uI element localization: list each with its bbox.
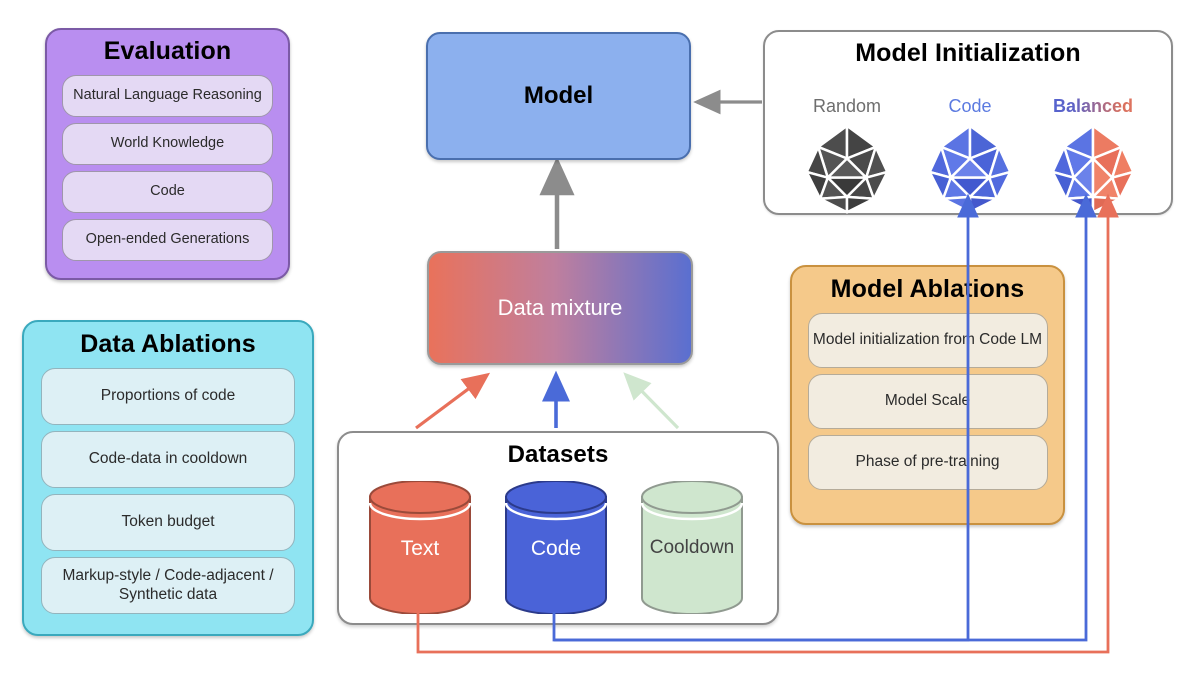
evaluation-item-label: Natural Language Reasoning <box>73 87 262 104</box>
model-initialization-panel: Model Initialization Random Code Balance… <box>763 30 1173 215</box>
data-mixture-label: Data mixture <box>497 295 623 320</box>
evaluation-item-label: Code <box>150 183 185 200</box>
cylinder-icon <box>368 480 472 615</box>
icosahedron-icon-balanced <box>1051 124 1135 214</box>
icosahedron-icon-code <box>928 124 1012 214</box>
evaluation-item-label: World Knowledge <box>110 135 225 152</box>
diagram-canvas: Evaluation Natural Language Reasoning Wo… <box>0 0 1200 675</box>
model-initialization-title: Model Initialization <box>855 39 1081 67</box>
icosahedron-icon-random <box>805 124 889 214</box>
evaluation-item-natural-language-reasoning[interactable]: Natural Language Reasoning <box>62 75 273 117</box>
data-ablations-item-label: Proportions of code <box>100 387 236 405</box>
model-ablations-panel: Model Ablations Model initialization fro… <box>790 265 1065 525</box>
dataset-cylinder-text[interactable]: Text <box>368 480 472 615</box>
evaluation-item-code[interactable]: Code <box>62 171 273 213</box>
model-label: Model <box>523 82 594 109</box>
data-ablations-panel: Data Ablations Proportions of code Code-… <box>22 320 314 636</box>
model-ablations-item-label: Model Scale <box>884 392 971 410</box>
model-ablations-item-model-initialization-from-code-lm[interactable]: Model initialization from Code LM <box>807 313 1048 368</box>
init-option-label: Code <box>948 96 992 116</box>
model-ablations-item-label: Phase of pre-training <box>855 453 1000 471</box>
evaluation-panel: Evaluation Natural Language Reasoning Wo… <box>45 28 290 280</box>
data-ablations-item-token-budget[interactable]: Token budget <box>41 494 295 551</box>
data-ablations-item-markup-style[interactable]: Markup-style / Code-adjacent / Synthetic… <box>41 557 295 614</box>
dataset-cylinder-cooldown[interactable]: Cooldown <box>640 480 744 615</box>
data-ablations-item-label: Token budget <box>121 513 215 531</box>
data-mixture-node[interactable]: Data mixture <box>427 251 693 365</box>
model-ablations-item-label: Model initialization from Code LM <box>812 331 1043 349</box>
data-ablations-item-code-data-in-cooldown[interactable]: Code-data in cooldown <box>41 431 295 488</box>
init-option-code[interactable]: Code <box>906 96 1034 223</box>
edge-cooldown-to-mixture <box>623 372 680 430</box>
model-node[interactable]: Model <box>426 32 691 160</box>
evaluation-item-label: Open-ended Generations <box>85 231 250 248</box>
data-ablations-item-proportions-of-code[interactable]: Proportions of code <box>41 368 295 425</box>
evaluation-item-open-ended-generations[interactable]: Open-ended Generations <box>62 219 273 261</box>
cylinder-icon <box>640 480 744 615</box>
datasets-title: Datasets <box>507 441 609 468</box>
dataset-cylinder-code[interactable]: Code <box>504 480 608 615</box>
model-ablations-item-phase-of-pre-training[interactable]: Phase of pre-training <box>807 435 1048 490</box>
model-ablations-item-model-scale[interactable]: Model Scale <box>807 374 1048 429</box>
init-option-label: Random <box>812 96 882 116</box>
evaluation-title: Evaluation <box>103 37 232 65</box>
evaluation-item-world-knowledge[interactable]: World Knowledge <box>62 123 273 165</box>
data-ablations-item-label: Code-data in cooldown <box>88 450 248 468</box>
edge-text-to-mixture <box>415 372 491 430</box>
init-option-label: Balanced <box>1029 96 1157 118</box>
datasets-panel: Datasets Text Code Cooldown <box>337 431 779 625</box>
data-ablations-item-label: Markup-style / Code-adjacent / Synthetic… <box>62 567 274 603</box>
cylinder-icon <box>504 480 608 615</box>
data-ablations-title: Data Ablations <box>80 330 256 358</box>
init-option-balanced[interactable]: Balanced <box>1029 96 1157 223</box>
init-option-random[interactable]: Random <box>783 96 911 223</box>
model-ablations-title: Model Ablations <box>830 275 1025 303</box>
